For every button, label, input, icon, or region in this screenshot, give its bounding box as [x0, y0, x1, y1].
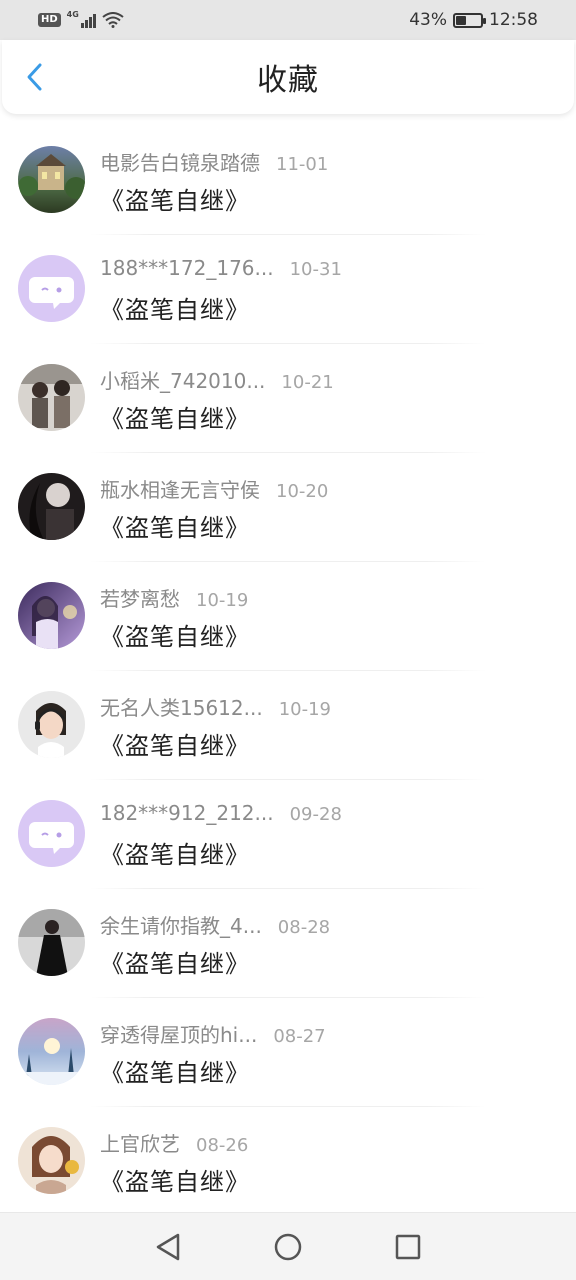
battery-icon: [453, 12, 486, 28]
avatar[interactable]: [18, 255, 85, 322]
favorite-item[interactable]: 182***912_212... 09-28 《盗笔自继》: [0, 780, 576, 889]
avatar[interactable]: [18, 800, 85, 867]
user-name: 若梦离愁: [100, 587, 180, 611]
favorite-item[interactable]: 188***172_176... 10-31 《盗笔自继》: [0, 235, 576, 344]
favorite-date: 08-28: [277, 917, 331, 938]
clock: 12:58: [489, 10, 538, 30]
favorite-title[interactable]: 《盗笔自继》: [100, 835, 250, 870]
favorite-date: 08-27: [273, 1026, 326, 1047]
item-meta: 无名人类15612... 10-19: [100, 692, 331, 721]
item-meta: 188***172_176... 10-31: [100, 256, 342, 280]
status-right: 43% 12:58: [409, 10, 538, 30]
avatar-default-image: [18, 800, 85, 867]
favorite-title[interactable]: 《盗笔自继》: [100, 617, 250, 652]
battery-percent: 43%: [409, 10, 447, 30]
favorite-date: 10-20: [276, 481, 329, 502]
avatar[interactable]: [18, 364, 85, 431]
favorite-date: 11-01: [276, 154, 329, 175]
favorite-date: 10-31: [289, 259, 342, 280]
item-meta: 小稻米_742010... 10-21: [100, 365, 334, 394]
favorite-title[interactable]: 《盗笔自继》: [100, 508, 250, 543]
favorite-title[interactable]: 《盗笔自继》: [100, 726, 250, 761]
avatar[interactable]: [18, 1018, 85, 1085]
avatar-girl-image: [18, 1127, 85, 1194]
favorite-item[interactable]: 余生请你指教_4... 08-28 《盗笔自继》: [0, 889, 576, 998]
avatar-headset-image: [18, 691, 85, 758]
status-left: HD 4G: [38, 10, 124, 28]
nav-recents-button[interactable]: [388, 1227, 428, 1267]
favorite-title[interactable]: 《盗笔自继》: [100, 944, 250, 979]
favorite-date: 10-19: [278, 699, 332, 720]
square-recents-icon: [395, 1234, 421, 1259]
avatar-pair-image: [18, 364, 85, 431]
avatar[interactable]: [18, 909, 85, 976]
item-meta: 电影告白镜泉踏德 11-01: [100, 147, 328, 176]
page-title: 收藏: [257, 63, 319, 98]
favorite-title[interactable]: 《盗笔自继》: [100, 1053, 250, 1088]
avatar-castle-image: [18, 146, 85, 213]
avatar-dress-image: [18, 909, 85, 976]
user-name: 电影告白镜泉踏德: [100, 151, 260, 175]
nav-back-button[interactable]: [148, 1227, 188, 1267]
favorite-item[interactable]: 无名人类15612... 10-19 《盗笔自继》: [0, 671, 576, 780]
chevron-left-icon: [27, 63, 42, 91]
avatar[interactable]: [18, 691, 85, 758]
user-name: 182***912_212...: [100, 801, 274, 825]
nav-home-button[interactable]: [268, 1227, 308, 1267]
signal-icon: 4G: [66, 10, 96, 28]
favorite-item[interactable]: 电影告白镜泉踏德 11-01 《盗笔自继》: [0, 126, 576, 235]
network-type: 4G: [66, 10, 79, 19]
system-nav-bar: [0, 1212, 576, 1280]
favorite-item[interactable]: 上官欣艺 08-26 《盗笔自继》: [0, 1107, 576, 1216]
item-meta: 余生请你指教_4... 08-28: [100, 910, 330, 939]
favorite-item[interactable]: 穿透得屋顶的hi... 08-27 《盗笔自继》: [0, 998, 576, 1107]
favorite-title[interactable]: 《盗笔自继》: [100, 181, 250, 216]
user-name: 无名人类15612...: [100, 696, 263, 720]
favorite-title[interactable]: 《盗笔自继》: [100, 399, 250, 434]
avatar-default-image: [18, 255, 85, 322]
status-bar: HD 4G 43% 12:58: [0, 0, 576, 40]
avatar[interactable]: [18, 146, 85, 213]
user-name: 上官欣艺: [100, 1132, 180, 1156]
avatar-snow-image: [18, 1018, 85, 1085]
user-name: 小稻米_742010...: [100, 369, 266, 393]
avatar-purple-image: [18, 582, 85, 649]
favorite-date: 09-28: [289, 804, 342, 825]
app-header: 收藏: [2, 40, 574, 114]
favorite-item[interactable]: 若梦离愁 10-19 《盗笔自继》: [0, 562, 576, 671]
user-name: 188***172_176...: [100, 256, 274, 280]
user-name: 瓶水相逢无言守侯: [100, 478, 260, 502]
hd-badge: HD: [38, 13, 61, 27]
item-meta: 穿透得屋顶的hi... 08-27: [100, 1019, 326, 1048]
favorite-date: 10-21: [281, 372, 334, 393]
avatar[interactable]: [18, 1127, 85, 1194]
favorite-item[interactable]: 瓶水相逢无言守侯 10-20 《盗笔自继》: [0, 453, 576, 562]
user-name: 穿透得屋顶的hi...: [100, 1023, 258, 1047]
user-name: 余生请你指教_4...: [100, 914, 262, 938]
favorite-title[interactable]: 《盗笔自继》: [100, 1162, 250, 1197]
wifi-icon: [102, 12, 124, 28]
avatar-dark-image: [18, 473, 85, 540]
favorite-date: 08-26: [196, 1135, 249, 1156]
item-meta: 182***912_212... 09-28: [100, 801, 342, 825]
avatar[interactable]: [18, 473, 85, 540]
favorites-list: 电影告白镜泉踏德 11-01 《盗笔自继》 188***172_176... 10-31…: [0, 126, 576, 1216]
favorite-date: 10-19: [196, 590, 249, 611]
avatar[interactable]: [18, 582, 85, 649]
favorite-title[interactable]: 《盗笔自继》: [100, 290, 250, 325]
item-meta: 若梦离愁 10-19: [100, 583, 248, 612]
item-meta: 瓶水相逢无言守侯 10-20: [100, 474, 328, 503]
triangle-back-icon: [156, 1233, 180, 1260]
item-meta: 上官欣艺 08-26: [100, 1128, 248, 1157]
favorite-item[interactable]: 小稻米_742010... 10-21 《盗笔自继》: [0, 344, 576, 453]
circle-home-icon: [274, 1233, 302, 1260]
back-button[interactable]: [20, 62, 50, 92]
